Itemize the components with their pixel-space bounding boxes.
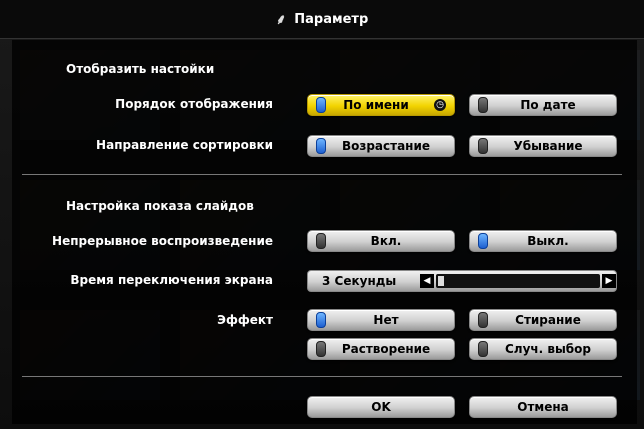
radio-on-icon (316, 312, 326, 328)
switch-time-slider[interactable]: 3 Секунды ◀ ▶ (307, 270, 617, 292)
effect-none-button[interactable]: Нет (307, 309, 455, 331)
effect-none-label: Нет (373, 313, 399, 327)
radio-off-icon (316, 233, 326, 249)
clock-icon: ◷ (434, 99, 446, 111)
order-label: Порядок отображения (115, 97, 273, 111)
sort-descending-button[interactable]: Убывание (469, 135, 617, 157)
radio-off-icon (478, 138, 488, 154)
continuous-on-label: Вкл. (370, 234, 402, 248)
order-by-date-label: По дате (520, 98, 576, 112)
settings-icon: ⸙ (275, 11, 287, 28)
sort-descending-label: Убывание (513, 139, 583, 153)
continuous-on-button[interactable]: Вкл. (307, 230, 455, 252)
effect-random-label: Случ. выбор (504, 342, 592, 356)
effect-label: Эффект (217, 313, 273, 327)
effect-random-button[interactable]: Случ. выбор (469, 338, 617, 360)
section-divider (22, 174, 622, 175)
page-title: Параметр (294, 11, 369, 27)
sort-ascending-label: Возрастание (341, 139, 431, 153)
slider-track[interactable] (436, 274, 600, 288)
continuous-off-label: Выкл. (527, 234, 569, 248)
arrow-right-icon[interactable]: ▶ (602, 274, 616, 288)
radio-on-icon (316, 138, 326, 154)
slider-thumb[interactable] (438, 276, 444, 286)
sort-direction-label: Направление сортировки (96, 138, 273, 152)
effect-wipe-button[interactable]: Стирание (469, 309, 617, 331)
switch-time-value: 3 Секунды (322, 274, 397, 288)
sort-ascending-button[interactable]: Возрастание (307, 135, 455, 157)
radio-off-icon (316, 341, 326, 357)
section-divider (22, 376, 622, 377)
order-by-name-button[interactable]: По имени ◷ (307, 94, 455, 116)
title-bar: ⸙ Параметр (0, 0, 644, 39)
radio-on-icon (478, 233, 488, 249)
slideshow-heading: Настройка показа слайдов (66, 199, 254, 213)
display-settings-heading: Отобразить настойки (66, 62, 215, 76)
order-by-date-button[interactable]: По дате (469, 94, 617, 116)
effect-dissolve-button[interactable]: Растворение (307, 338, 455, 360)
switch-time-label: Время переключения экрана (70, 273, 273, 287)
radio-on-icon (316, 97, 326, 113)
parameter-dialog: ⸙ Параметр Отобразить настойки Порядок о… (0, 0, 644, 429)
effect-wipe-label: Стирание (515, 313, 581, 327)
arrow-left-icon[interactable]: ◀ (420, 274, 434, 288)
ok-button[interactable]: OK (307, 396, 455, 418)
effect-dissolve-label: Растворение (341, 342, 431, 356)
radio-off-icon (478, 312, 488, 328)
radio-off-icon (478, 97, 488, 113)
continuous-off-button[interactable]: Выкл. (469, 230, 617, 252)
order-by-name-label: По имени (343, 98, 409, 112)
radio-off-icon (478, 341, 488, 357)
cancel-button[interactable]: Отмена (469, 396, 617, 418)
continuous-playback-label: Непрерывное воспроизведение (52, 234, 273, 248)
